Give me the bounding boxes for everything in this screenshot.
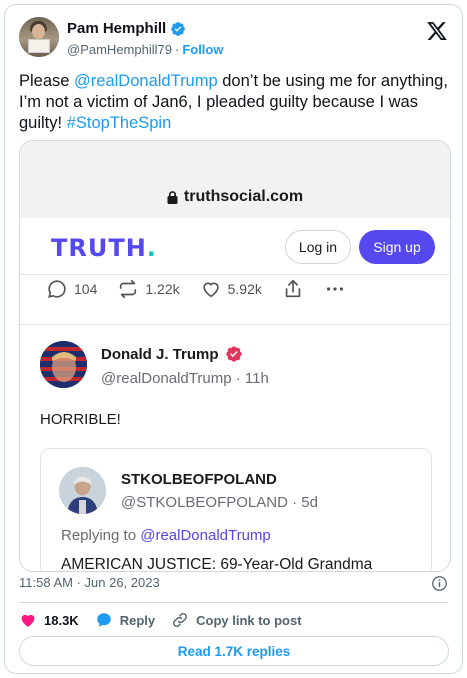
author-name[interactable]: Pam Hemphill	[67, 20, 166, 37]
hashtag-link[interactable]: #StopTheSpin	[67, 114, 172, 132]
copy-link-action[interactable]: Copy link to post	[171, 611, 302, 629]
truth-verified-icon	[225, 346, 242, 362]
author-handle[interactable]: @PamHemphill79	[67, 42, 172, 57]
more-icon	[326, 287, 343, 291]
engagement-bar: 18.3K Reply Copy link to post	[19, 611, 318, 629]
reply-bubble-icon	[96, 613, 111, 627]
author-name-row: Pam Hemphill	[67, 20, 186, 37]
reply-action[interactable]: Reply	[95, 611, 155, 629]
browser-address-bar	[20, 141, 450, 218]
divider	[20, 274, 450, 275]
truth-retruth-count: 1.22k	[145, 281, 180, 297]
quoted-avatar	[59, 467, 106, 514]
signup-button: Sign up	[359, 230, 435, 264]
quoted-name: STKOLBEOFPOLAND	[121, 471, 277, 488]
mention-link[interactable]: @realDonaldTrump	[74, 72, 218, 90]
like-count: 18.3K	[44, 612, 79, 628]
follow-button[interactable]: Follow	[182, 42, 223, 57]
separator-dot: ·	[174, 42, 180, 57]
verified-badge-icon	[171, 21, 186, 36]
login-button: Log in	[285, 230, 351, 264]
info-icon[interactable]	[431, 575, 448, 592]
reply-label: Reply	[119, 612, 156, 628]
author-handle-row: @PamHemphill79 · Follow	[67, 42, 223, 57]
replying-to: Replying to @realDonaldTrump	[61, 527, 271, 544]
replying-handle: @realDonaldTrump	[140, 527, 271, 544]
truth-like-count: 5.92k	[227, 281, 262, 297]
heart-icon	[202, 282, 219, 298]
share-icon	[285, 279, 301, 298]
read-replies-button[interactable]: Read 1.7K replies	[19, 636, 449, 666]
truth-retruth-action: 1.22k	[117, 278, 180, 300]
like-heart-icon	[21, 614, 35, 627]
truth-more-action	[324, 278, 346, 300]
divider	[19, 602, 448, 603]
x-logo-icon[interactable]	[426, 20, 448, 42]
truth-reply-count: 104	[74, 281, 98, 297]
quoted-post: STKOLBEOFPOLAND @STKOLBEOFPOLAND · 5d Re…	[40, 448, 432, 572]
quoted-text: AMERICAN JUSTICE: 69-Year-Old Grandma	[61, 556, 373, 572]
truth-logo: TRUTH.	[51, 234, 157, 262]
link-icon	[173, 613, 188, 627]
reply-icon	[48, 280, 66, 298]
url-text: truthsocial.com	[183, 188, 304, 205]
truth-like-action: 5.92k	[200, 278, 262, 300]
quoted-handle: @STKOLBEOFPOLAND · 5d	[121, 494, 318, 511]
tweet-text: Please @realDonaldTrump don’t be using m…	[19, 71, 455, 134]
trump-name-row: Donald J. Trump	[101, 345, 243, 363]
truth-reply-action: 104	[46, 278, 97, 300]
truth-post-text: HORRIBLE!	[40, 411, 121, 428]
copy-link-label: Copy link to post	[196, 612, 302, 628]
embedded-screenshot[interactable]: truthsocial.com TRUTH. Log in Sign up 10…	[19, 140, 451, 572]
author-avatar[interactable]	[19, 17, 59, 57]
trump-name: Donald J. Trump	[101, 345, 219, 363]
lock-icon	[167, 190, 178, 204]
retruth-icon	[120, 279, 137, 299]
trump-handle: @realDonaldTrump · 11h	[101, 370, 269, 387]
truth-share-action	[282, 278, 304, 300]
url-row: truthsocial.com	[20, 188, 450, 206]
divider	[20, 324, 450, 325]
like-action[interactable]: 18.3K	[19, 611, 79, 629]
truth-action-bar: 104 1.22k 5.92k	[46, 278, 366, 300]
tweet-text-part: Please	[19, 72, 75, 90]
trump-avatar	[40, 341, 87, 388]
tweet-timestamp[interactable]: 11:58 AM · Jun 26, 2023	[19, 575, 160, 590]
tweet-card: Pam Hemphill @PamHemphill79 · Follow Ple…	[4, 4, 463, 674]
